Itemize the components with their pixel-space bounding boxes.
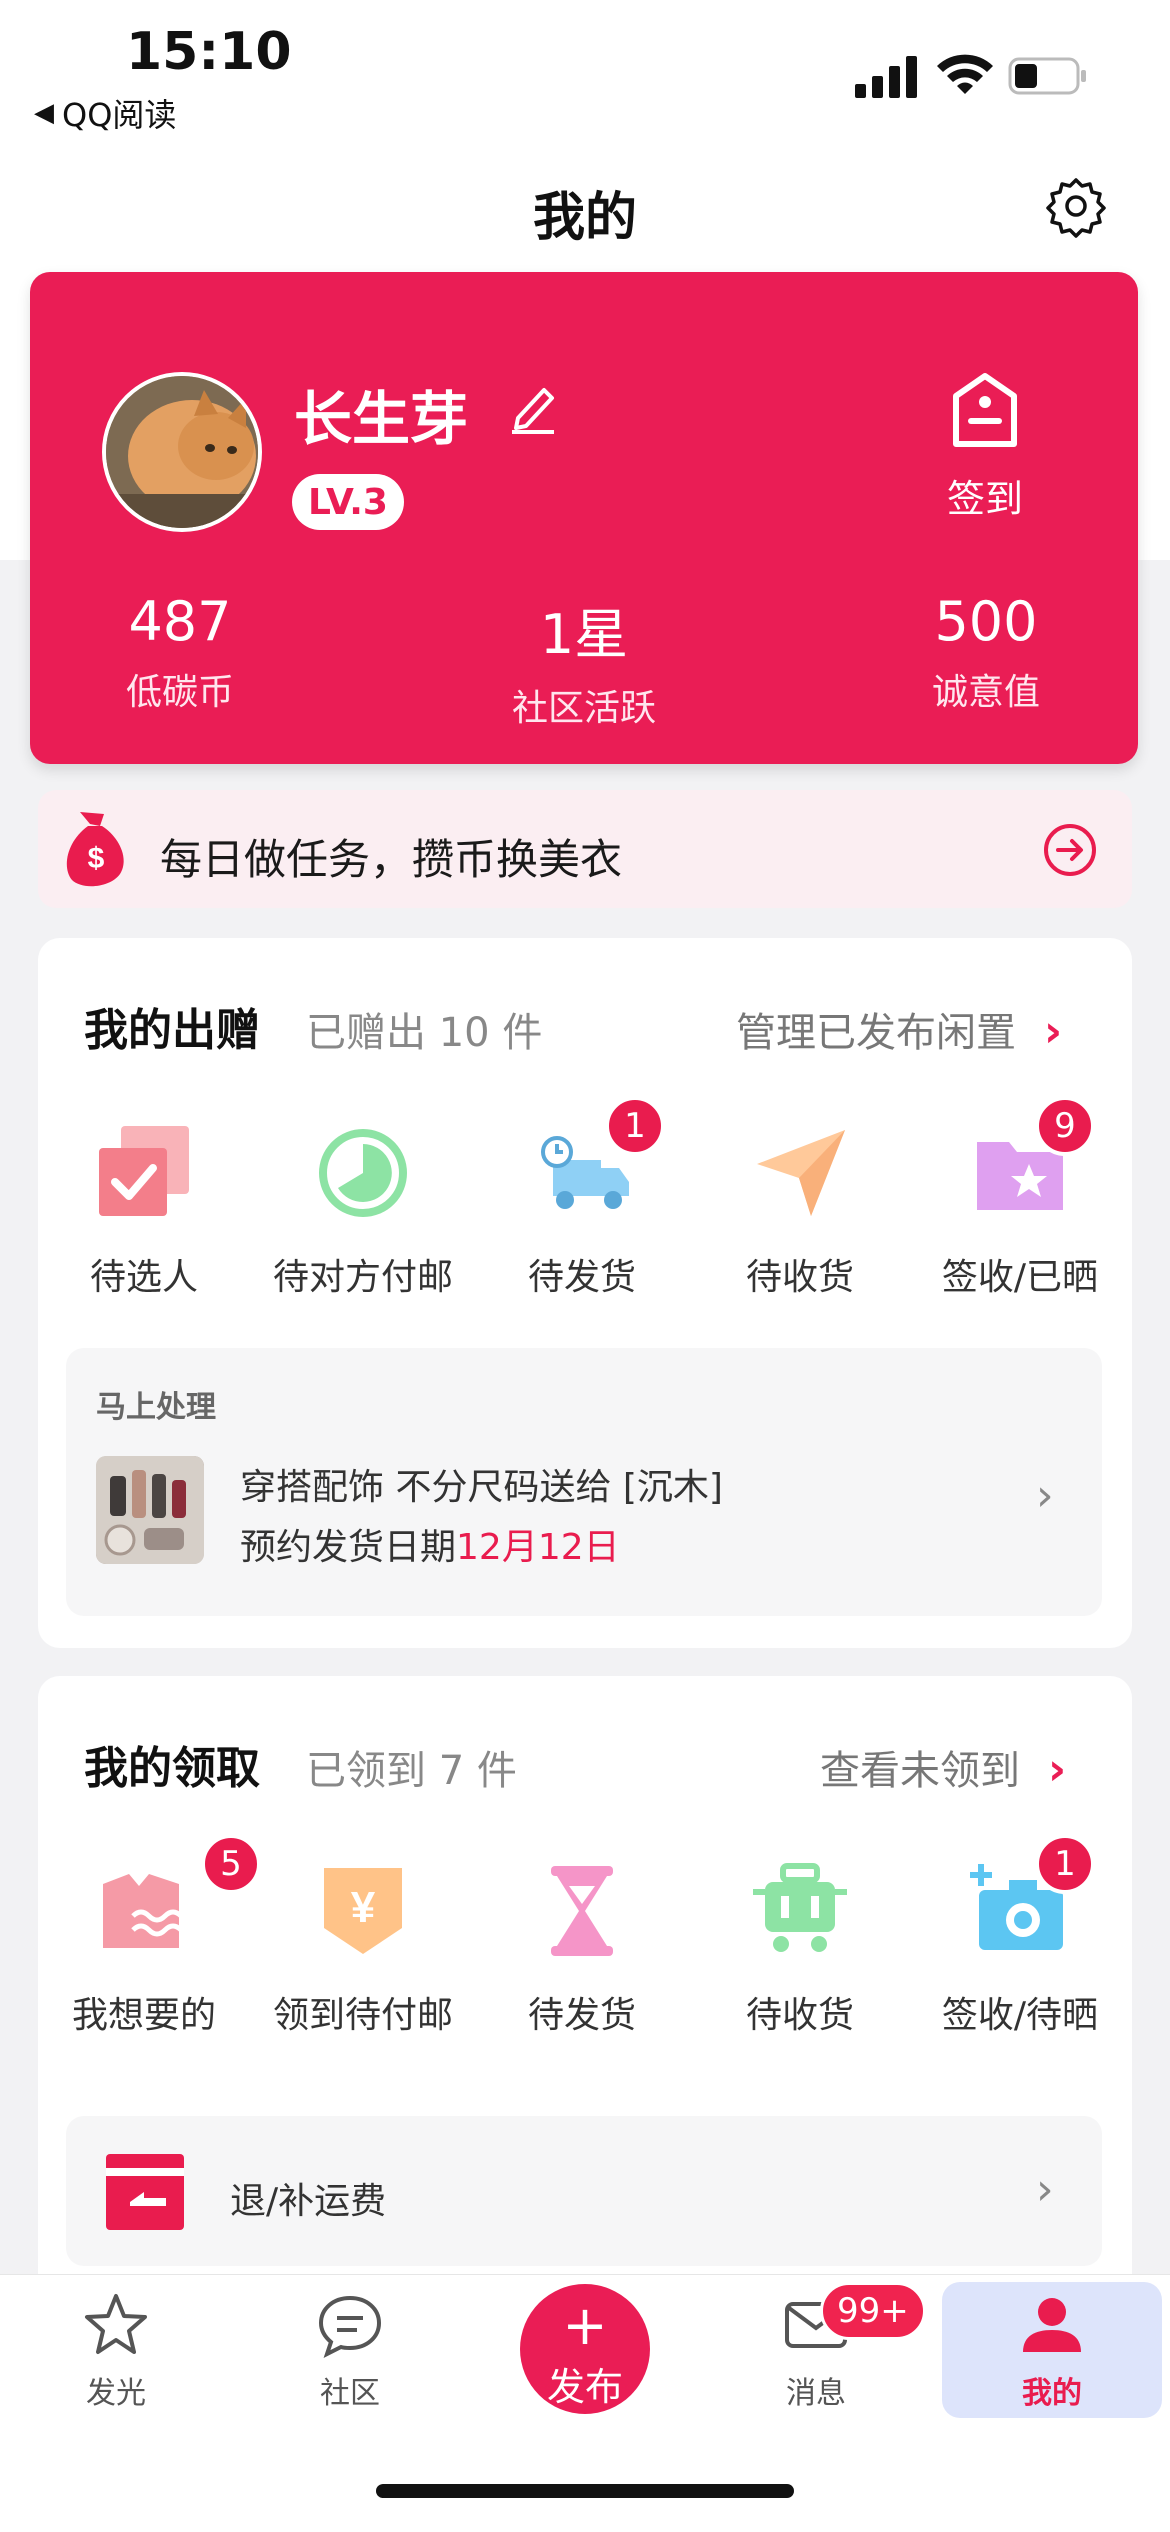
nav-tab-community[interactable]: 社区	[250, 2290, 450, 2412]
username: 长生芽	[294, 385, 469, 453]
pending-item-title: 穿搭配饰 不分尺码送给 [沉木]	[240, 1467, 723, 1508]
stat-value: 487	[128, 590, 232, 653]
view-unreceived-link[interactable]: 查看未领到 ›	[820, 1738, 1066, 1796]
svg-text:¥: ¥	[351, 1883, 376, 1932]
paper-plane-icon	[757, 1130, 845, 1216]
wish-shirt-icon	[103, 1874, 183, 1948]
badge: 1	[605, 1096, 665, 1156]
checkbox-icon	[99, 1126, 189, 1216]
page-title: 我的	[532, 188, 637, 248]
publish-label: 发布	[546, 2365, 623, 2409]
receive-item-label: 我想要的	[71, 1995, 216, 2036]
gifts-count: 已赠出 10 件	[306, 1010, 543, 1056]
chevron-right-icon: ›	[1032, 1744, 1067, 1795]
item-thumbnail	[96, 1456, 204, 1564]
gift-item-to-ship[interactable]: 1 待发货	[472, 1096, 692, 1300]
publish-button[interactable]: + 发布	[520, 2284, 650, 2414]
gift-item-to-receive[interactable]: 待收货	[690, 1118, 910, 1300]
chevron-right-icon: ›	[1036, 2164, 1054, 2215]
message-count-badge: 99+	[820, 2282, 926, 2340]
badge: 9	[1035, 1096, 1095, 1156]
gift-item-pending-select[interactable]: 待选人	[34, 1118, 254, 1300]
checkin-label: 签到	[946, 477, 1023, 521]
arrow-right-circle-icon[interactable]	[1042, 822, 1098, 878]
money-bag-icon: $	[66, 812, 124, 887]
nav-tab-mine[interactable]: 我的	[952, 2290, 1152, 2412]
star-icon	[85, 2294, 147, 2354]
ship-date-value: 12月12日	[456, 1527, 620, 1568]
manage-posted-label: 管理已发布闲置	[736, 1010, 1016, 1056]
gift-item-label: 待选人	[89, 1257, 198, 1298]
yen-tag-icon: ¥	[324, 1868, 402, 1954]
nav-label: 发光	[86, 2376, 146, 2411]
stat-label: 社区活跃	[511, 688, 656, 729]
gift-item-label: 签收/已晒	[941, 1257, 1099, 1298]
status-time: 15:10	[126, 22, 292, 82]
stat-value: 1星	[539, 603, 629, 666]
home-indicator	[376, 2484, 794, 2498]
user-icon	[1023, 2298, 1081, 2352]
receive-item-wishlist[interactable]: 5 我想要的	[34, 1834, 261, 2038]
battery-icon	[1008, 57, 1086, 95]
stat-label: 低碳币	[125, 672, 234, 713]
receives-title: 我的领取	[84, 1743, 260, 1794]
gifts-title: 我的出赠	[84, 1005, 260, 1056]
back-triangle-icon: ◀	[34, 98, 54, 128]
checkin-button[interactable]: 签到	[900, 372, 1070, 522]
gift-item-label: 待发货	[527, 1257, 636, 1298]
task-banner-text: 每日做任务，攒币换美衣	[160, 835, 623, 884]
signal-icon	[855, 56, 917, 98]
nav-label: 消息	[786, 2376, 846, 2411]
stat-label: 诚意值	[931, 672, 1040, 713]
receive-item-to-ship[interactable]: 待发货	[472, 1856, 692, 2038]
manage-posted-link[interactable]: 管理已发布闲置 ›	[736, 1000, 1062, 1058]
pie-clock-icon	[319, 1129, 407, 1217]
refund-shipping-row[interactable]	[66, 2116, 1102, 2266]
gear-icon[interactable]	[1044, 174, 1108, 238]
nav-label: 社区	[320, 2376, 380, 2411]
chat-icon	[318, 2295, 382, 2358]
receive-item-label: 签收/待晒	[941, 1995, 1099, 2036]
cart-icon	[753, 1863, 847, 1952]
badge: 5	[201, 1834, 261, 1894]
receive-item-await-postage[interactable]: ¥ 领到待付邮	[253, 1856, 473, 2038]
receive-item-label: 领到待付邮	[272, 1995, 453, 2036]
view-unreceived-label: 查看未领到	[820, 1748, 1020, 1794]
stat-value: 500	[934, 590, 1038, 653]
nav-label: 我的	[1022, 2376, 1082, 2411]
back-to-app[interactable]: ◀ QQ阅读	[34, 90, 176, 136]
level-badge: LV.3	[292, 474, 404, 530]
back-app-label: QQ阅读	[62, 96, 177, 134]
wifi-icon	[937, 54, 993, 94]
plus-icon: +	[562, 2294, 608, 2357]
receive-item-to-receive[interactable]: 待收货	[690, 1856, 910, 2038]
gift-item-label: 待对方付邮	[272, 1257, 453, 1298]
refund-card-icon	[106, 2154, 184, 2230]
svg-text:$: $	[88, 842, 105, 875]
receive-item-label: 待收货	[745, 1995, 854, 2036]
badge: 1	[1035, 1834, 1095, 1894]
hourglass-icon	[551, 1866, 613, 1956]
receive-item-label: 待发货	[527, 1995, 636, 2036]
stat-sincerity[interactable]: 500 诚意值	[836, 590, 1136, 715]
gift-item-await-postage[interactable]: 待对方付邮	[253, 1118, 473, 1300]
refund-label: 退/补运费	[230, 2181, 387, 2222]
nav-tab-shine[interactable]: 发光	[16, 2290, 216, 2412]
receive-item-signed-pending-share[interactable]: 1 签收/待晒	[910, 1834, 1130, 2038]
pencil-edit-icon[interactable]	[508, 378, 558, 434]
gift-item-label: 待收货	[745, 1257, 854, 1298]
ship-date-prefix: 预约发货日期	[240, 1527, 457, 1568]
chevron-right-icon: ›	[1028, 1006, 1063, 1057]
stat-activity[interactable]: 1星 社区活跃	[434, 590, 734, 731]
gift-item-signed-shared[interactable]: 9 签收/已晒	[910, 1096, 1130, 1300]
chevron-right-icon: ›	[1036, 1470, 1054, 1521]
avatar[interactable]	[102, 372, 262, 532]
pending-ship-date: 预约发货日期12月12日	[240, 1518, 620, 1570]
stat-coins[interactable]: 487 低碳币	[30, 590, 330, 715]
receives-count: 已领到 7 件	[306, 1748, 517, 1794]
cosmetics-photo	[96, 1456, 204, 1564]
pending-title: 马上处理	[96, 1390, 216, 1425]
checkin-tag-icon	[953, 373, 1017, 447]
